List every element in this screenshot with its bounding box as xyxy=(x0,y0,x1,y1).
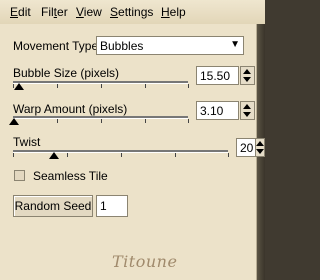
warp-amount-spinner[interactable] xyxy=(240,101,255,120)
warp-amount-slider-thumb[interactable] xyxy=(9,118,19,125)
warp-amount-input[interactable]: 3.10 xyxy=(196,101,239,120)
slider-tick xyxy=(188,84,189,88)
bubble-size-slider-thumb[interactable] xyxy=(14,83,24,90)
spin-down-icon[interactable] xyxy=(243,112,251,117)
chevron-down-icon[interactable]: ▼ xyxy=(230,39,240,50)
warp-amount-value: 3.10 xyxy=(200,104,224,118)
twist-label: Twist xyxy=(13,135,41,149)
slider-tick xyxy=(57,119,58,123)
slider-tick xyxy=(121,153,122,157)
bubble-size-label: Bubble Size (pixels) xyxy=(13,66,120,80)
slider-tick xyxy=(145,119,146,123)
spin-up-icon[interactable] xyxy=(243,69,251,74)
slider-tick xyxy=(101,119,102,123)
twist-input[interactable]: 20 xyxy=(236,138,256,157)
twist-spinner[interactable] xyxy=(255,138,265,157)
seamless-tile-checkbox[interactable] xyxy=(14,170,25,181)
slider-tick xyxy=(228,153,229,157)
slider-tick xyxy=(67,153,68,157)
menu-edit[interactable]: Edit xyxy=(10,5,31,19)
watermark: Titoune xyxy=(112,252,178,271)
random-seed-button[interactable]: Random Seed xyxy=(13,195,93,217)
movement-type-value: Bubbles xyxy=(100,39,144,53)
movement-type-label: Movement Type: xyxy=(13,39,102,53)
random-seed-input[interactable]: 1 xyxy=(96,195,128,217)
warp-amount-label: Warp Amount (pixels) xyxy=(13,102,128,116)
menu-filter[interactable]: Filter xyxy=(41,5,68,19)
slider-tick xyxy=(57,84,58,88)
menu-help[interactable]: Help xyxy=(161,5,186,19)
slider-tick xyxy=(13,153,14,157)
twist-slider-thumb[interactable] xyxy=(49,152,59,159)
random-seed-label: Random Seed xyxy=(14,199,92,213)
spin-down-icon[interactable] xyxy=(243,77,251,82)
seamless-tile-label[interactable]: Seamless Tile xyxy=(33,169,108,183)
menu-settings[interactable]: Settings xyxy=(110,5,153,19)
menu-view[interactable]: View xyxy=(76,5,102,19)
bubble-size-spinner[interactable] xyxy=(240,66,255,85)
bubble-size-value: 15.50 xyxy=(200,69,231,83)
movement-type-select[interactable]: Bubbles ▼ xyxy=(96,36,244,55)
spin-down-icon[interactable] xyxy=(256,149,264,154)
slider-tick xyxy=(145,84,146,88)
random-seed-value: 1 xyxy=(100,199,107,213)
bubble-size-input[interactable]: 15.50 xyxy=(196,66,239,85)
slider-tick xyxy=(175,153,176,157)
spin-up-icon[interactable] xyxy=(243,104,251,109)
spin-up-icon[interactable] xyxy=(256,141,264,146)
slider-tick xyxy=(188,119,189,123)
twist-value: 20 xyxy=(240,141,254,155)
slider-tick xyxy=(101,84,102,88)
menu-bar: Edit Filter View Settings Help xyxy=(0,0,265,24)
